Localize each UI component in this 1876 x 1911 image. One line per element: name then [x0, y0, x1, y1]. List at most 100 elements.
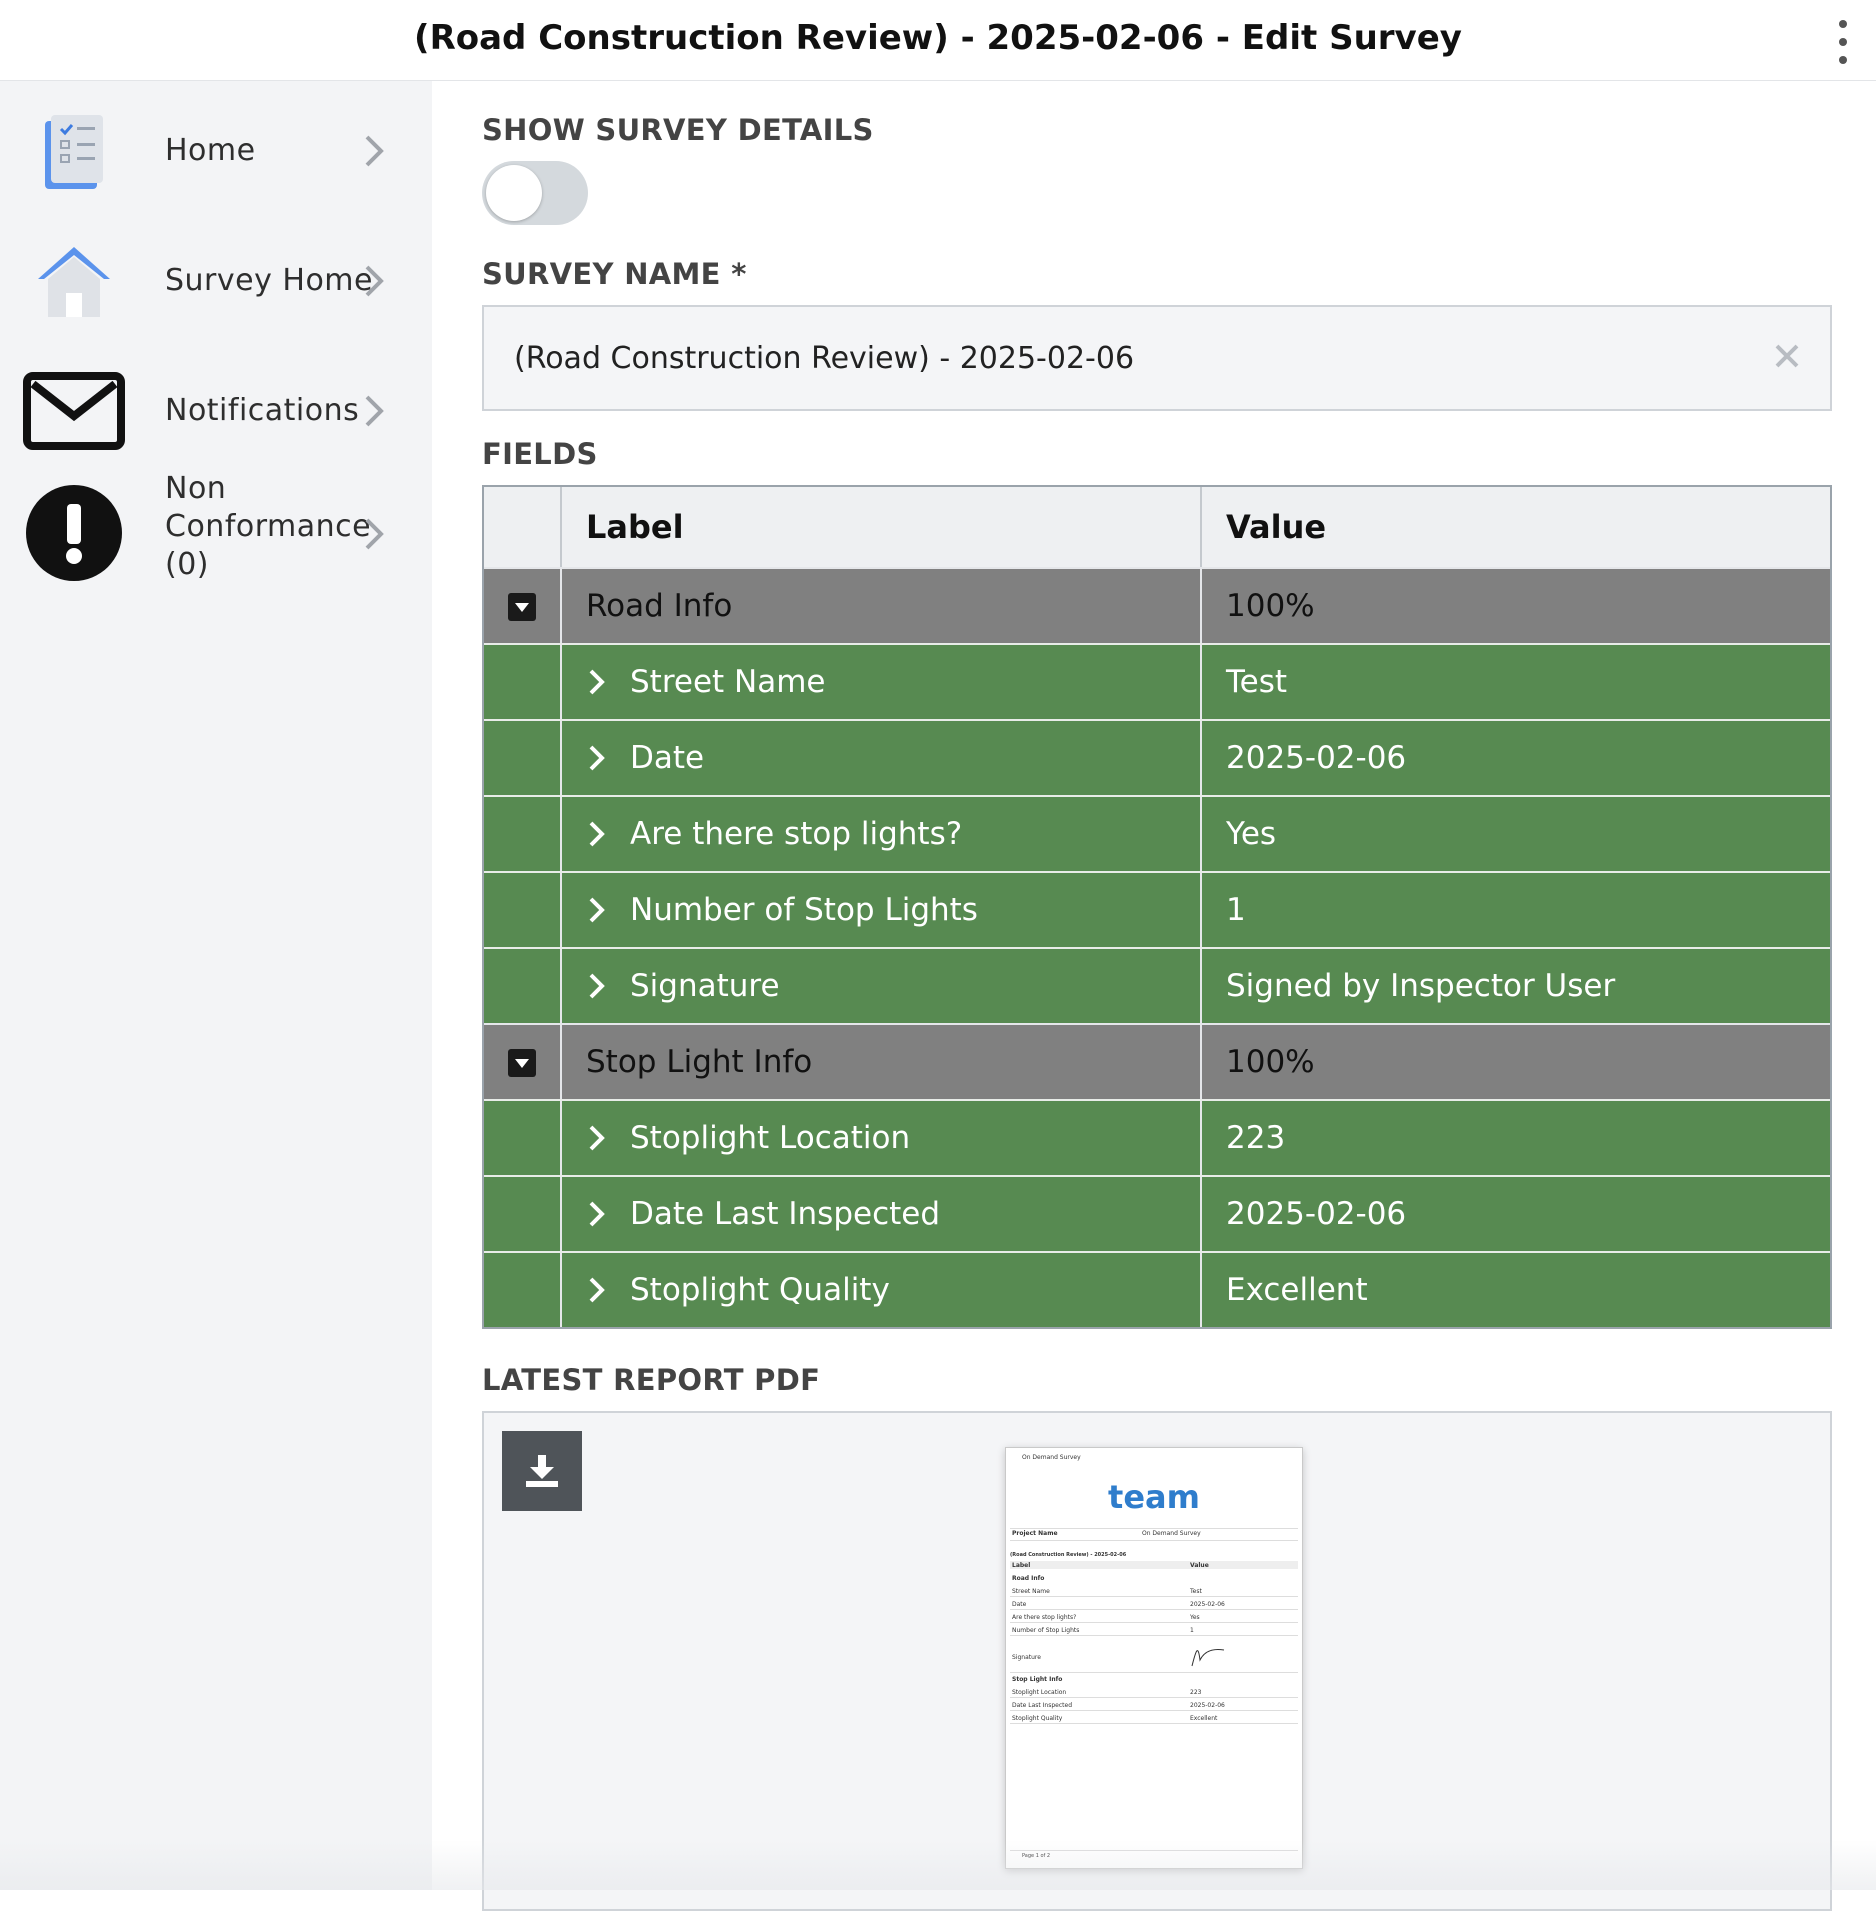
- table-row[interactable]: Number of Stop Lights 1: [484, 871, 1830, 947]
- row-spacer: [484, 949, 562, 1023]
- row-toggle-cell: [484, 1025, 562, 1099]
- table-row[interactable]: Stoplight Quality Excellent: [484, 1251, 1830, 1327]
- row-value: Yes: [1226, 816, 1277, 852]
- pdf-cell: Date Last Inspected: [1012, 1702, 1073, 1709]
- sidebar-item-label: Notifications: [165, 393, 360, 428]
- pdf-header-text: On Demand Survey: [1022, 1454, 1081, 1461]
- sidebar-item-home[interactable]: Home: [0, 101, 432, 201]
- pdf-cell: Number of Stop Lights: [1012, 1627, 1080, 1634]
- row-label: Date Last Inspected: [630, 1196, 941, 1232]
- table-row[interactable]: Street Name Test: [484, 643, 1830, 719]
- pdf-cell: Yes: [1190, 1614, 1200, 1621]
- row-value-cell: 1: [1202, 873, 1830, 947]
- row-spacer: [484, 645, 562, 719]
- chevron-right-icon[interactable]: [586, 895, 608, 929]
- survey-name-input[interactable]: [514, 307, 1744, 409]
- row-value-cell: 2025-02-06: [1202, 1177, 1830, 1251]
- fields-table: Label Value Road Info 100% Street Name T…: [482, 485, 1832, 1329]
- row-label: Number of Stop Lights: [630, 892, 978, 928]
- table-header: Label Value: [484, 487, 1830, 567]
- chevron-right-icon[interactable]: [586, 971, 608, 1005]
- pdf-cell: Excellent: [1190, 1715, 1218, 1722]
- row-value-cell: 2025-02-06: [1202, 721, 1830, 795]
- row-label-cell: Road Info: [562, 569, 1202, 643]
- row-value: 100%: [1226, 588, 1315, 624]
- table-row[interactable]: Signature Signed by Inspector User: [484, 947, 1830, 1023]
- collapse-icon[interactable]: [508, 593, 536, 621]
- row-label-cell: Are there stop lights?: [562, 797, 1202, 871]
- row-label-cell: Date: [562, 721, 1202, 795]
- row-label-cell: Stoplight Location: [562, 1101, 1202, 1175]
- row-value: Excellent: [1226, 1272, 1368, 1308]
- row-label: Are there stop lights?: [630, 816, 963, 852]
- chevron-right-icon[interactable]: [586, 743, 608, 777]
- table-row[interactable]: Are there stop lights? Yes: [484, 795, 1830, 871]
- pdf-footer: Page 1 of 2: [1022, 1853, 1051, 1859]
- header-label-cell: Label: [562, 487, 1202, 567]
- table-row[interactable]: Stoplight Location 223: [484, 1099, 1830, 1175]
- collapse-icon[interactable]: [508, 1049, 536, 1077]
- more-vertical-icon[interactable]: [1832, 20, 1854, 64]
- download-button[interactable]: [502, 1431, 582, 1511]
- row-label-cell: Stop Light Info: [562, 1025, 1202, 1099]
- clear-icon[interactable]: [1772, 341, 1802, 371]
- chevron-right-icon[interactable]: [586, 1275, 608, 1309]
- column-header-value: Value: [1226, 508, 1327, 546]
- row-label: Stop Light Info: [586, 1044, 813, 1080]
- sidebar-item-non-conformance[interactable]: Non Conformance (0): [0, 471, 432, 621]
- row-label: Stoplight Quality: [630, 1272, 890, 1308]
- pdf-cell: Stoplight Quality: [1012, 1715, 1063, 1722]
- pdf-project-name-label: Project Name: [1012, 1530, 1058, 1537]
- row-label: Signature: [630, 968, 780, 1004]
- chevron-right-icon: [362, 131, 386, 175]
- pdf-cell: 2025-02-06: [1190, 1702, 1225, 1709]
- envelope-icon: [22, 361, 126, 461]
- pdf-cell: Signature: [1012, 1654, 1041, 1661]
- table-row[interactable]: Date 2025-02-06: [484, 719, 1830, 795]
- chevron-right-icon[interactable]: [586, 1123, 608, 1157]
- checklist-icon: [22, 101, 126, 201]
- house-icon: [22, 231, 126, 331]
- sidebar-item-label-line-3: (0): [165, 547, 209, 582]
- sidebar: Home Survey Home Notifications Non Confo…: [0, 81, 432, 1890]
- row-label: Stoplight Location: [630, 1120, 911, 1156]
- survey-name-field: [482, 305, 1832, 411]
- fields-label: FIELDS: [482, 437, 598, 471]
- pdf-cell: Date: [1012, 1601, 1027, 1608]
- chevron-right-icon: [362, 391, 386, 435]
- pdf-brand-logo: team: [1108, 1478, 1200, 1516]
- survey-name-label: SURVEY NAME *: [482, 257, 747, 291]
- pdf-col-label: Label: [1012, 1562, 1031, 1569]
- table-row-group: Stop Light Info 100%: [484, 1023, 1830, 1099]
- report-pdf-viewer: On Demand Survey team Project Name On De…: [482, 1411, 1832, 1911]
- sidebar-item-label-line-1: Non: [165, 471, 227, 506]
- top-bar: (Road Construction Review) - 2025-02-06 …: [0, 0, 1876, 81]
- header-value-cell: Value: [1202, 487, 1830, 567]
- row-spacer: [484, 797, 562, 871]
- column-header-label: Label: [586, 508, 684, 546]
- pdf-preview[interactable]: On Demand Survey team Project Name On De…: [1005, 1447, 1303, 1869]
- sidebar-item-survey-home[interactable]: Survey Home: [0, 231, 432, 331]
- sidebar-item-label: Survey Home: [165, 263, 373, 298]
- table-row[interactable]: Date Last Inspected 2025-02-06: [484, 1175, 1830, 1251]
- row-label: Date: [630, 740, 705, 776]
- pdf-group-2: Stop Light Info: [1012, 1676, 1063, 1683]
- row-spacer: [484, 1253, 562, 1327]
- chevron-right-icon[interactable]: [586, 819, 608, 853]
- row-spacer: [484, 1177, 562, 1251]
- chevron-right-icon[interactable]: [586, 667, 608, 701]
- chevron-right-icon[interactable]: [586, 1199, 608, 1233]
- row-value-cell: 100%: [1202, 1025, 1830, 1099]
- sidebar-item-notifications[interactable]: Notifications: [0, 361, 432, 461]
- pdf-group-1: Road Info: [1012, 1575, 1045, 1582]
- show-details-label: SHOW SURVEY DETAILS: [482, 113, 874, 147]
- row-value-cell: Yes: [1202, 797, 1830, 871]
- show-details-toggle[interactable]: [482, 161, 588, 225]
- download-icon: [526, 1455, 558, 1487]
- row-label-cell: Stoplight Quality: [562, 1253, 1202, 1327]
- sidebar-item-label: Home: [165, 133, 256, 168]
- sidebar-item-label-line-2: Conformance: [165, 509, 372, 544]
- page-title: (Road Construction Review) - 2025-02-06 …: [414, 18, 1462, 58]
- row-label-cell: Street Name: [562, 645, 1202, 719]
- chevron-right-icon: [362, 514, 386, 558]
